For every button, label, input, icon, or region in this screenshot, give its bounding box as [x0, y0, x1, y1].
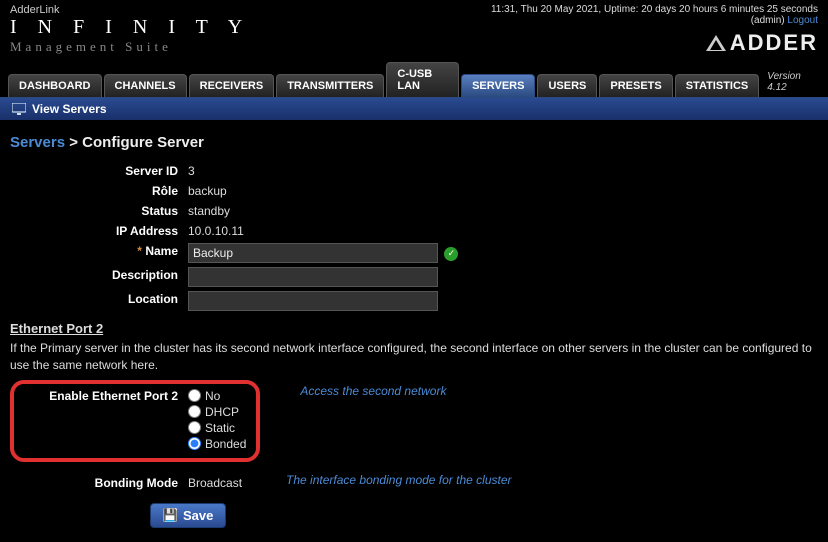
- main-tabs: DASHBOARDCHANNELSRECEIVERSTRANSMITTERSC-…: [0, 62, 828, 98]
- save-button-label: Save: [183, 508, 213, 523]
- server-form: Server ID 3 Rôle backup Status standby I…: [10, 161, 462, 313]
- section-help-eth2: If the Primary server in the cluster has…: [10, 340, 818, 374]
- breadcrumb-separator: >: [69, 134, 78, 151]
- monitor-icon: [12, 103, 26, 115]
- save-icon: 💾: [163, 508, 177, 522]
- tab-channels[interactable]: CHANNELS: [104, 74, 187, 97]
- value-server-id: 3: [184, 161, 462, 181]
- eth2-radio-no[interactable]: [188, 389, 201, 402]
- location-field[interactable]: [188, 291, 438, 311]
- label-location: Location: [10, 289, 184, 313]
- section-title-eth2: Ethernet Port 2: [10, 321, 818, 336]
- save-button[interactable]: 💾 Save: [150, 503, 226, 528]
- tab-statistics[interactable]: STATISTICS: [675, 74, 760, 97]
- label-role: Rôle: [10, 181, 184, 201]
- eth2-radio-dhcp[interactable]: [188, 405, 201, 418]
- label-server-id: Server ID: [10, 161, 184, 181]
- label-ip: IP Address: [10, 221, 184, 241]
- eth2-option-label: No: [205, 389, 220, 403]
- hint-eth2: Access the second network: [260, 380, 446, 398]
- tab-dashboard[interactable]: DASHBOARD: [8, 74, 102, 97]
- value-ip: 10.0.10.11: [184, 221, 462, 241]
- value-status: standby: [184, 201, 462, 221]
- tab-presets[interactable]: PRESETS: [599, 74, 672, 97]
- label-status: Status: [10, 201, 184, 221]
- breadcrumb: Servers > Configure Server: [10, 134, 818, 151]
- check-icon: ✓: [444, 247, 458, 261]
- current-user: (admin): [751, 15, 788, 26]
- adder-logo: ADDER: [491, 30, 818, 56]
- adder-logo-icon: [706, 35, 726, 51]
- brand-small: AdderLink: [10, 4, 250, 16]
- eth2-radio-static[interactable]: [188, 421, 201, 434]
- brand-suite: Management Suite: [10, 39, 250, 55]
- value-bonding-mode: Broadcast: [184, 473, 246, 493]
- label-bonding-mode: Bonding Mode: [10, 473, 184, 493]
- label-description: Description: [10, 265, 184, 289]
- tab-transmitters[interactable]: TRANSMITTERS: [276, 74, 384, 97]
- brand-product: I N F I N I T Y: [10, 16, 250, 39]
- name-field[interactable]: [188, 243, 438, 263]
- breadcrumb-servers-link[interactable]: Servers: [10, 134, 65, 151]
- tab-servers[interactable]: SERVERS: [461, 74, 535, 97]
- eth2-option-label: Bonded: [205, 437, 246, 451]
- subnav-label: View Servers: [32, 102, 107, 116]
- label-name: Name: [145, 244, 178, 258]
- value-role: backup: [184, 181, 462, 201]
- status-time-uptime: 11:31, Thu 20 May 2021, Uptime: 20 days …: [491, 4, 818, 15]
- brand-block: AdderLink I N F I N I T Y Management Sui…: [10, 4, 250, 56]
- label-enable-eth2: Enable Ethernet Port 2: [16, 386, 184, 454]
- version-label: Version 4.12: [761, 67, 820, 97]
- logout-link[interactable]: Logout: [787, 15, 818, 26]
- tab-receivers[interactable]: RECEIVERS: [189, 74, 275, 97]
- tab-c-usb-lan[interactable]: C-USB LAN: [386, 62, 459, 97]
- required-mark: *: [137, 244, 142, 258]
- eth2-radio-bonded[interactable]: [188, 437, 201, 450]
- breadcrumb-current: Configure Server: [82, 134, 204, 151]
- eth2-option-label: DHCP: [205, 405, 239, 419]
- eth2-option-label: Static: [205, 421, 235, 435]
- eth2-highlight-box: Enable Ethernet Port 2 No DHCP Static Bonde…: [10, 380, 260, 462]
- adder-logo-text: ADDER: [730, 30, 818, 56]
- description-field[interactable]: [188, 267, 438, 287]
- tab-users[interactable]: USERS: [537, 74, 597, 97]
- subnav-bar[interactable]: View Servers: [0, 98, 828, 120]
- hint-bonding: The interface bonding mode for the clust…: [246, 473, 511, 487]
